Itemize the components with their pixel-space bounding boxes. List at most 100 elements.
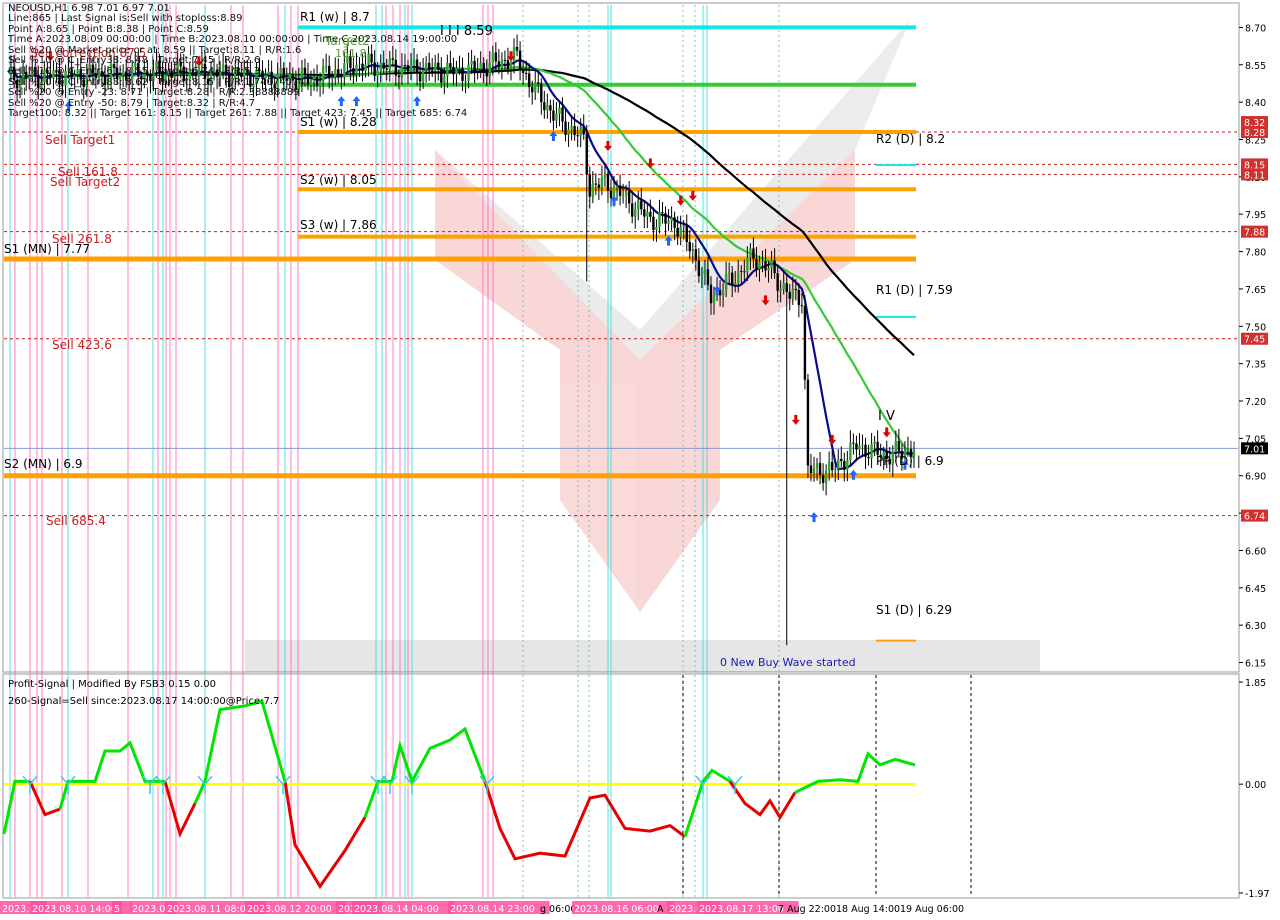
- time-axis-label: 2023.08.11 08:00: [167, 904, 252, 915]
- candle-body: [767, 268, 770, 271]
- candle-body: [418, 72, 422, 82]
- pivot-label: S2 (MN) | 6.9: [4, 457, 83, 471]
- time-axis-label: 2023.08.16 06:00: [574, 904, 659, 915]
- candle-body: [649, 211, 652, 217]
- candle-body: [506, 60, 510, 69]
- candle-body: [834, 469, 837, 471]
- candle-body: [409, 64, 413, 72]
- pivot-label: S2 (w) | 8.05: [300, 173, 377, 187]
- candle-body: [712, 295, 716, 304]
- trading-chart-window: R1 (w) | 8.7 S1 (w) | 8.28 S2 (w) | 8.05 S3…: [0, 0, 1280, 920]
- chart-canvas: R1 (w) | 8.7S1 (w) | 8.28S2 (w) | 8.05S3…: [0, 0, 1280, 920]
- candle-body: [458, 67, 461, 69]
- candle-body: [603, 173, 607, 178]
- candle-body: [327, 65, 331, 79]
- candle-body: [424, 62, 428, 70]
- candle-body: [546, 105, 549, 111]
- osc-tick-label: -1.97: [1245, 889, 1270, 900]
- new-wave-label: 0 New Buy Wave started: [720, 656, 856, 669]
- candle-body: [843, 461, 846, 470]
- candle-body: [564, 121, 567, 135]
- candle-body: [852, 442, 855, 444]
- candle-body: [479, 62, 482, 70]
- candle-body: [364, 64, 367, 72]
- candle-body: [437, 62, 440, 70]
- candle-body: [652, 216, 655, 230]
- candle-body: [376, 70, 379, 76]
- candle-body: [706, 269, 710, 285]
- candle-body: [337, 69, 340, 75]
- info-line: Target100: 8.32 || Target 161: 8.15 || T…: [8, 108, 468, 120]
- candle-body: [746, 257, 749, 273]
- candle-body: [352, 68, 355, 75]
- candle-body: [579, 126, 582, 136]
- candle-body: [815, 463, 819, 469]
- candle-body: [397, 75, 401, 77]
- candle-body: [776, 273, 779, 291]
- candle-body: [370, 53, 373, 63]
- candle-body: [727, 272, 731, 275]
- candle-body: [773, 260, 776, 274]
- candle-body: [309, 79, 313, 85]
- candle-body: [688, 241, 691, 252]
- pivot-label: S3 (w) | 7.86: [300, 218, 377, 232]
- candle-body: [870, 443, 873, 459]
- price-tick-label: 7.50: [1245, 322, 1266, 333]
- time-axis-label: 2023.08.14 23:00: [450, 904, 535, 915]
- candle-body: [524, 72, 528, 74]
- time-axis-label: 2023.08.14 04:00: [354, 904, 439, 915]
- candle-body: [373, 62, 376, 76]
- time-axis-label: 5: [114, 904, 120, 915]
- candle-body: [515, 46, 519, 51]
- candle-body: [509, 61, 513, 69]
- price-tick-label: 8.70: [1245, 23, 1266, 34]
- price-tick-label: 6.45: [1245, 584, 1266, 595]
- target-label: Sell Target1: [45, 133, 115, 147]
- osc-tick-label: 1.85: [1245, 678, 1266, 689]
- candle-body: [485, 70, 488, 77]
- candle-body: [618, 185, 622, 196]
- candle-body: [334, 69, 337, 78]
- candle-body: [685, 225, 688, 242]
- wave-label: 161.8: [335, 47, 367, 60]
- candle-body: [779, 289, 782, 291]
- candle-body: [467, 64, 470, 81]
- price-tick-label: 6.60: [1245, 546, 1266, 557]
- candle-body: [473, 60, 476, 71]
- candle-body: [682, 225, 685, 228]
- candle-body: [382, 62, 385, 69]
- time-axis-label: 2023.08.12 20:00: [247, 904, 332, 915]
- candle-body: [700, 274, 704, 277]
- candle-body: [324, 65, 328, 67]
- candle-body: [434, 62, 437, 71]
- price-tick-label: 7.35: [1245, 360, 1266, 371]
- candle-body: [797, 290, 801, 306]
- candle-body: [752, 248, 755, 259]
- price-tick-label: 7.20: [1245, 397, 1266, 408]
- candle-body: [655, 227, 658, 230]
- candle-body: [827, 461, 831, 471]
- candle-body: [785, 283, 788, 292]
- candle-body: [385, 68, 388, 70]
- time-axis-label: 2023.08.17 13:00: [699, 904, 784, 915]
- candle-body: [861, 444, 864, 446]
- candle-body: [803, 306, 807, 380]
- candle-body: [679, 227, 682, 237]
- candle-body: [491, 52, 495, 64]
- wave-label: I V: [878, 409, 895, 424]
- candle-body: [576, 135, 579, 137]
- candle-body: [867, 456, 870, 459]
- candle-body: [737, 270, 740, 284]
- candle-body: [303, 67, 307, 76]
- candle-body: [279, 67, 282, 75]
- price-tag-label: 7.01: [1244, 444, 1265, 455]
- candle-body: [464, 80, 467, 82]
- candle-body: [340, 74, 343, 78]
- candle-body: [573, 125, 576, 136]
- price-tick-label: 6.15: [1245, 659, 1266, 670]
- time-axis-label: 18 Aug 14:00: [836, 904, 900, 915]
- candle-body: [306, 75, 310, 85]
- candle-body: [631, 203, 634, 217]
- candle-body: [873, 441, 876, 444]
- candle-body: [634, 209, 637, 217]
